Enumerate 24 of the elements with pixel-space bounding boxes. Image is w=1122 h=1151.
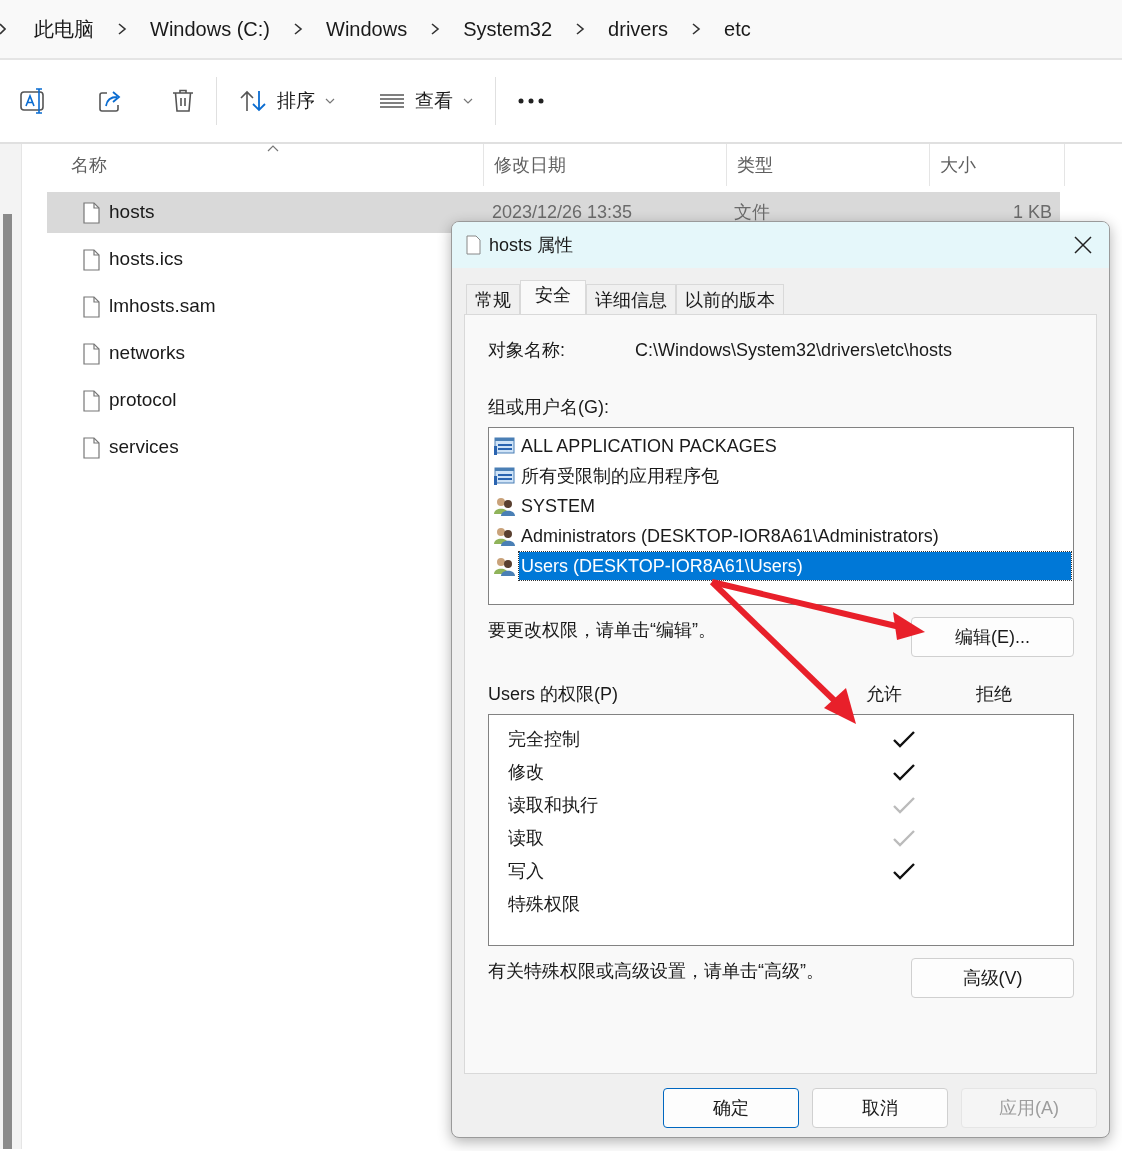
file-name: networks	[109, 341, 186, 366]
file-type: 文件	[732, 202, 770, 223]
file-name: hosts.ics	[109, 247, 183, 272]
file-size: 1 KB	[1011, 202, 1052, 223]
file-name: services	[109, 435, 179, 460]
permissions-label: Users 的权限(P)	[488, 683, 619, 706]
permission-name: 完全控制	[508, 728, 581, 751]
permission-name: 读取和执行	[508, 794, 599, 817]
advanced-hint: 有关特殊权限或高级设置，请单击“高级”。	[488, 960, 824, 983]
deny-header: 拒绝	[976, 683, 1012, 706]
file-name: protocol	[109, 388, 177, 413]
object-label: 对象名称:	[488, 339, 566, 362]
permission-name: 修改	[508, 761, 545, 784]
permission-name: 特殊权限	[508, 893, 581, 916]
permission-name: 读取	[508, 827, 545, 850]
groups-label: 组或用户名(G):	[488, 396, 610, 419]
file-name: lmhosts.sam	[109, 294, 216, 319]
file-name: hosts	[109, 200, 155, 225]
dialog-title: hosts 属性	[489, 233, 574, 257]
file-date: 2023/12/26 13:35	[490, 202, 633, 223]
allow-header: 允许	[866, 683, 902, 706]
permission-name: 写入	[508, 860, 545, 883]
edit-hint: 要更改权限，请单击“编辑”。	[488, 619, 716, 642]
object-path: C:\Windows\System32\drivers\etc\hosts	[635, 339, 953, 362]
